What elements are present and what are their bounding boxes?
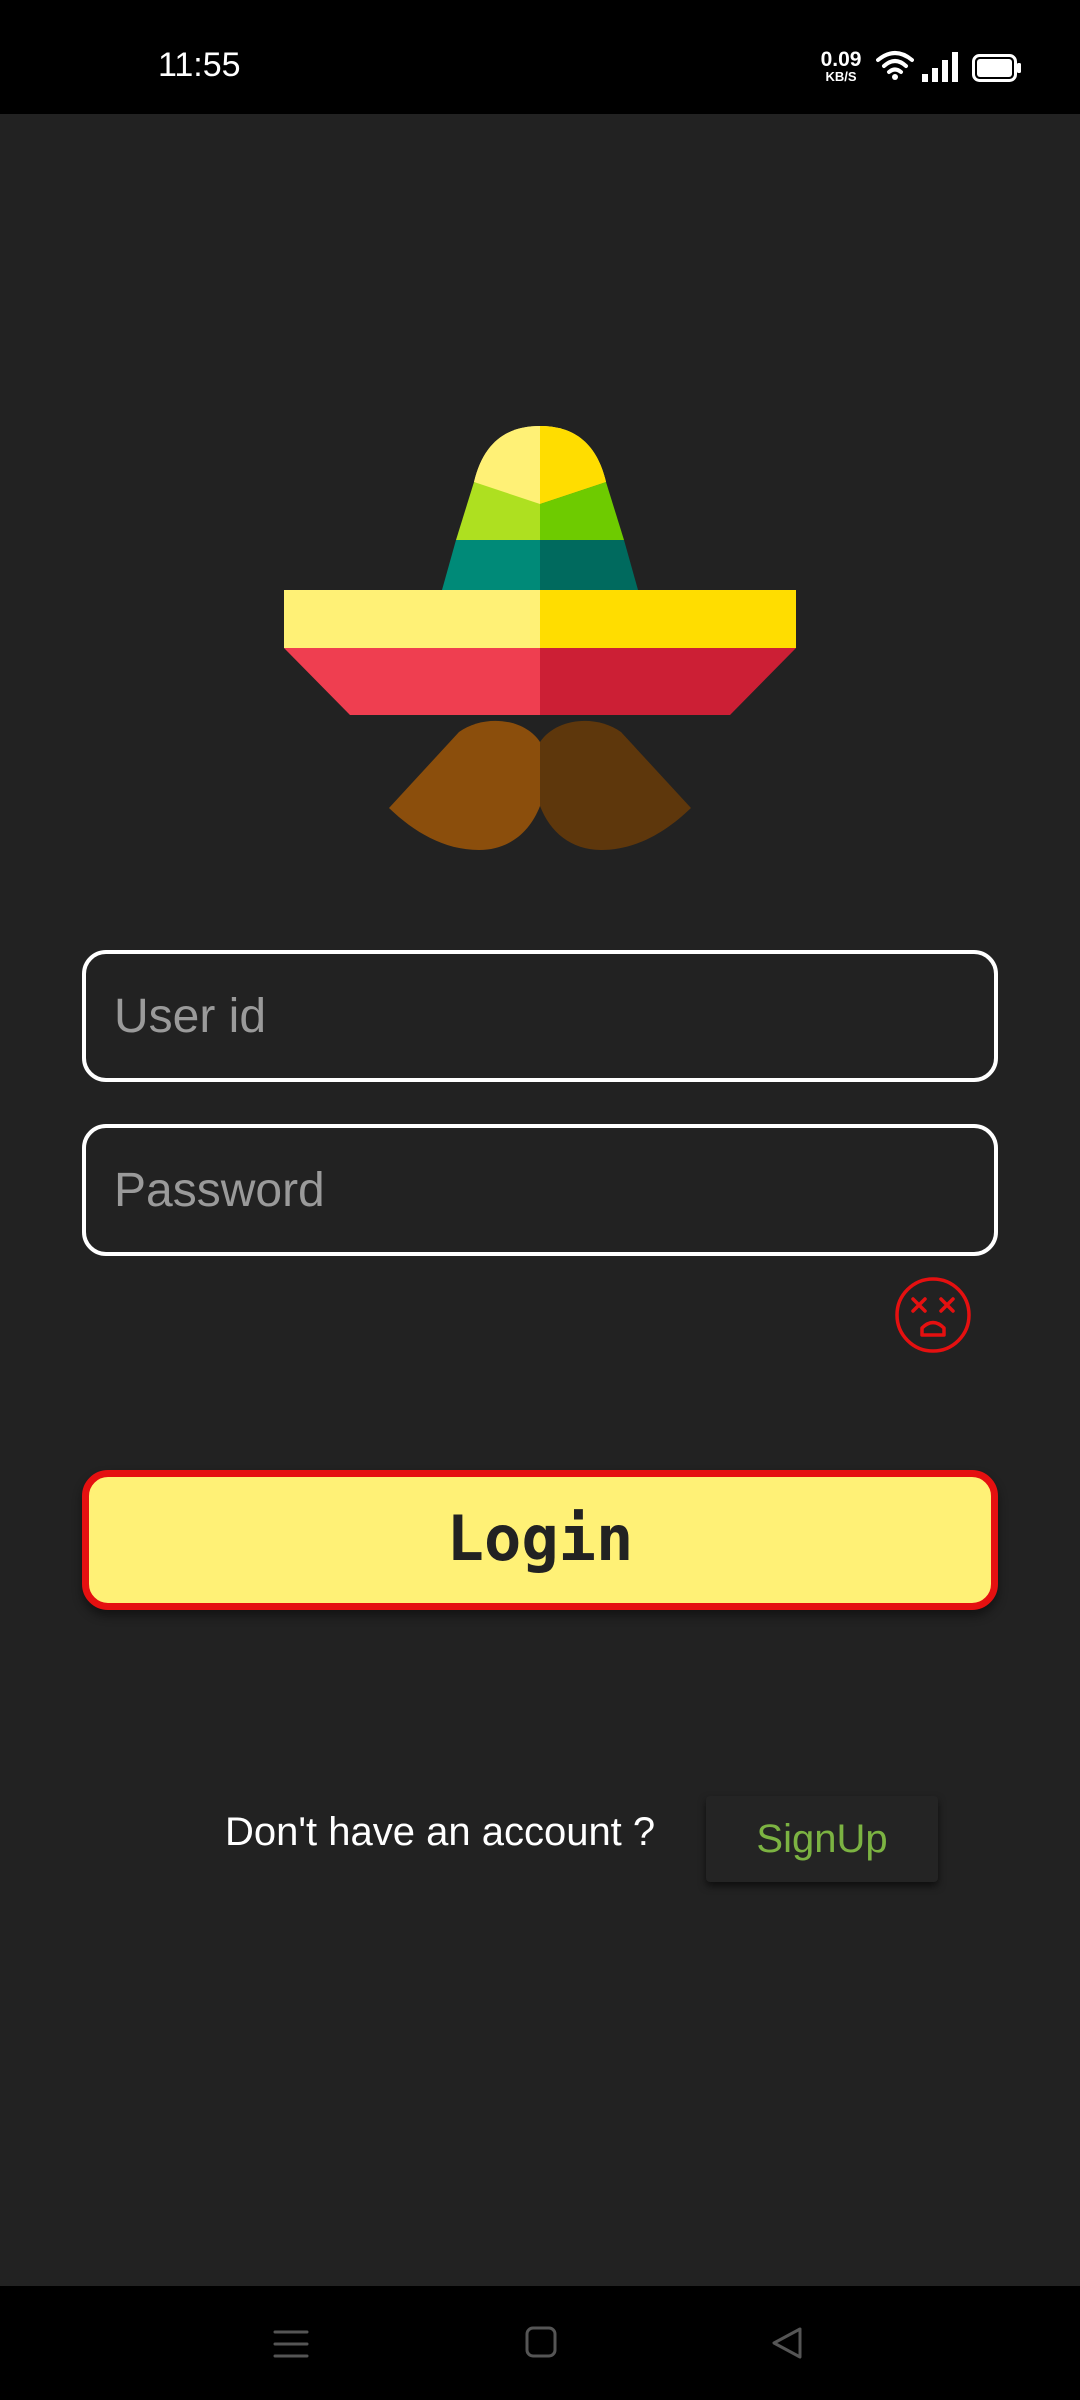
login-button[interactable]: Login xyxy=(82,1470,998,1610)
signup-prompt: Don't have an account ? xyxy=(225,1810,656,1854)
status-bar: 11:55 0.09 KB/S xyxy=(0,0,1080,114)
navigation-bar xyxy=(0,2286,1080,2400)
network-speed: 0.09 KB/S xyxy=(818,48,864,84)
user-id-input[interactable] xyxy=(82,950,998,1082)
sombrero-mustache-logo xyxy=(284,426,796,850)
network-speed-value: 0.09 xyxy=(820,48,862,71)
signup-button[interactable]: SignUp xyxy=(706,1796,938,1882)
menu-icon[interactable] xyxy=(273,2326,309,2362)
signal-icon xyxy=(922,52,958,82)
dizzy-face-icon xyxy=(895,1277,971,1353)
battery-icon xyxy=(972,54,1021,82)
back-icon[interactable] xyxy=(770,2326,804,2360)
network-speed-unit: KB/S xyxy=(825,69,857,84)
password-input[interactable] xyxy=(82,1124,998,1256)
home-icon[interactable] xyxy=(525,2326,557,2358)
wifi-icon xyxy=(876,51,914,80)
status-time: 11:55 xyxy=(158,46,241,84)
login-screen: Login Don't have an account ? SignUp xyxy=(0,114,1080,2286)
